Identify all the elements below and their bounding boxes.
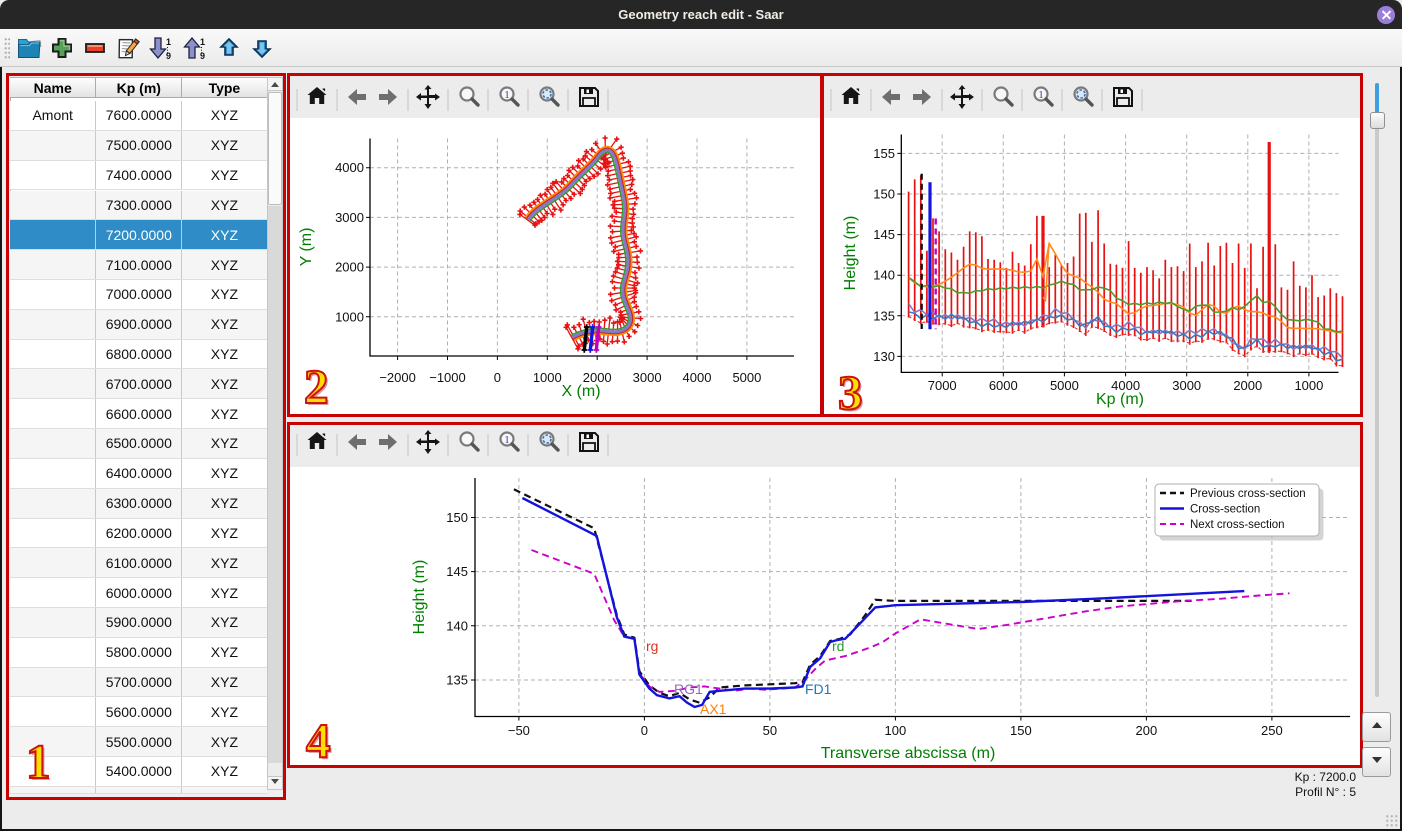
svg-text:Transverse abscissa (m): Transverse abscissa (m) — [821, 745, 996, 762]
svg-text:−2000: −2000 — [379, 370, 416, 385]
svg-text:3000: 3000 — [633, 370, 662, 385]
svg-text:−50: −50 — [508, 723, 530, 738]
svg-text:5000: 5000 — [1050, 378, 1079, 393]
svg-text:130: 130 — [873, 349, 895, 364]
svg-text:FD1: FD1 — [805, 681, 832, 697]
svg-text:6000: 6000 — [989, 378, 1018, 393]
svg-text:150: 150 — [446, 510, 468, 525]
svg-text:140: 140 — [873, 268, 895, 283]
svg-text:rg: rg — [646, 638, 658, 654]
svg-text:7000: 7000 — [928, 378, 957, 393]
svg-text:145: 145 — [873, 227, 895, 242]
svg-text:1000: 1000 — [533, 370, 562, 385]
svg-text:1000: 1000 — [1294, 378, 1323, 393]
svg-text:135: 135 — [446, 673, 468, 688]
svg-text:150: 150 — [873, 187, 895, 202]
svg-text:9: 9 — [166, 51, 171, 61]
svg-text:0: 0 — [494, 370, 501, 385]
svg-text:0: 0 — [641, 723, 648, 738]
svg-text:−1000: −1000 — [429, 370, 466, 385]
svg-text:Kp (m): Kp (m) — [1096, 391, 1144, 408]
svg-text:Cross-section: Cross-section — [1190, 504, 1260, 516]
svg-text:AX1: AX1 — [700, 701, 727, 717]
svg-text:135: 135 — [873, 308, 895, 323]
svg-text:1: 1 — [166, 37, 171, 47]
svg-text:5000: 5000 — [732, 370, 761, 385]
svg-text:4000: 4000 — [335, 160, 364, 175]
svg-text:2000: 2000 — [1233, 378, 1262, 393]
svg-text:X (m): X (m) — [561, 383, 600, 400]
svg-text:150: 150 — [1010, 723, 1032, 738]
svg-text:200: 200 — [1136, 723, 1158, 738]
svg-text:4000: 4000 — [683, 370, 712, 385]
svg-text:rd: rd — [832, 638, 844, 654]
svg-text:3000: 3000 — [335, 210, 364, 225]
svg-text:Y (m): Y (m) — [298, 228, 315, 267]
svg-text:250: 250 — [1261, 723, 1283, 738]
svg-text:100: 100 — [885, 723, 907, 738]
svg-text:Next cross-section: Next cross-section — [1190, 519, 1285, 531]
svg-text:2000: 2000 — [335, 260, 364, 275]
svg-text:155: 155 — [873, 146, 895, 161]
svg-text:50: 50 — [763, 723, 777, 738]
svg-text:1: 1 — [200, 37, 205, 47]
svg-text:145: 145 — [446, 564, 468, 579]
svg-text:140: 140 — [446, 618, 468, 633]
svg-text:RG1: RG1 — [674, 681, 703, 697]
svg-text:9: 9 — [200, 51, 205, 61]
svg-text:Height (m): Height (m) — [842, 216, 859, 291]
svg-text:Previous cross-section: Previous cross-section — [1190, 488, 1306, 500]
svg-text:Height (m): Height (m) — [411, 560, 428, 635]
svg-text:3000: 3000 — [1172, 378, 1201, 393]
svg-text:1000: 1000 — [335, 309, 364, 324]
